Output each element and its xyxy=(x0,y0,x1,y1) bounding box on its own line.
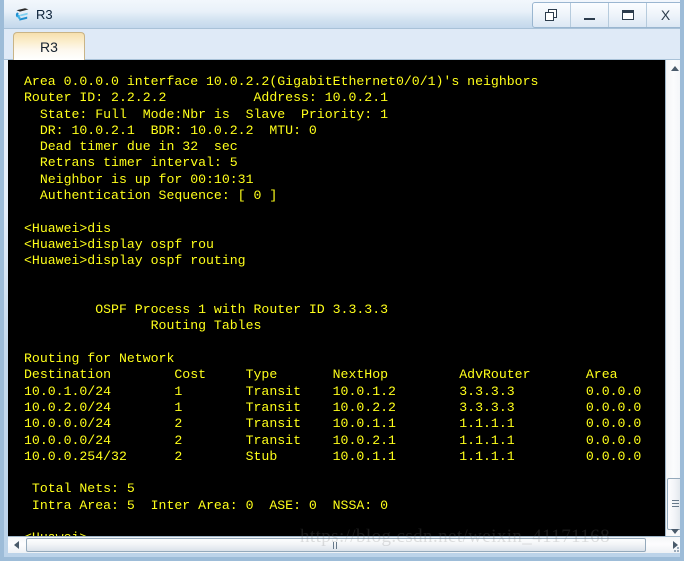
chevron-left-icon xyxy=(14,541,19,549)
chevron-down-icon xyxy=(671,529,679,534)
restore-cascade-button[interactable] xyxy=(533,3,571,27)
terminal-window: R3 X R3 Area 0.0.0.0 interface 10.0.2.2(… xyxy=(0,0,684,561)
terminal-output: Area 0.0.0.0 interface 10.0.2.2(GigabitE… xyxy=(24,74,642,540)
maximize-button[interactable] xyxy=(609,3,647,27)
close-button[interactable]: X xyxy=(647,3,680,27)
tab-label: R3 xyxy=(40,38,58,55)
scrollbar-grip-icon xyxy=(672,500,679,508)
horizontal-scrollbar[interactable] xyxy=(8,536,680,553)
minimize-icon xyxy=(584,17,595,20)
chevron-up-icon xyxy=(671,66,679,71)
cascade-windows-icon xyxy=(544,9,559,21)
window-titlebar[interactable]: R3 X xyxy=(4,0,680,29)
tab-strip: R3 xyxy=(4,29,680,60)
horizontal-scrollbar-thumb[interactable] xyxy=(26,538,646,552)
tab-r3[interactable]: R3 xyxy=(13,32,85,60)
terminal-console[interactable]: Area 0.0.0.0 interface 10.0.2.2(GigabitE… xyxy=(8,60,665,540)
scroll-up-button[interactable] xyxy=(666,60,680,77)
maximize-icon xyxy=(621,10,634,20)
terminal-area: Area 0.0.0.0 interface 10.0.2.2(GigabitE… xyxy=(8,60,680,540)
minimize-button[interactable] xyxy=(571,3,609,27)
window-controls: X xyxy=(532,2,680,28)
scroll-left-button[interactable] xyxy=(8,537,25,553)
router-icon xyxy=(14,6,31,23)
titlebar-left-group: R3 xyxy=(14,3,53,26)
window-title: R3 xyxy=(36,7,53,22)
close-icon: X xyxy=(660,7,671,23)
window-resize-grip[interactable] xyxy=(670,540,680,552)
scrollbar-grip-horizontal-icon xyxy=(333,542,339,549)
vertical-scrollbar[interactable] xyxy=(665,60,680,540)
